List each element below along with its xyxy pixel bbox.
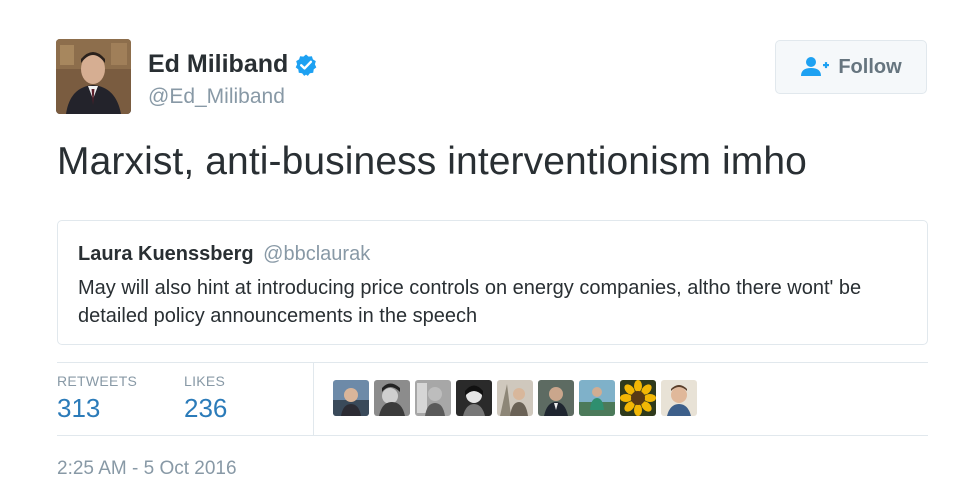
follow-button-label: Follow xyxy=(838,55,902,78)
liker-avatar[interactable] xyxy=(456,380,492,416)
likes-count: 236 xyxy=(184,393,228,423)
quoted-tweet-header: Laura Kuenssberg @bbclaurak xyxy=(78,243,370,266)
retweets-stat[interactable]: RETWEETS 313 xyxy=(57,373,137,424)
likes-label: LIKES xyxy=(184,373,226,389)
retweets-label: RETWEETS xyxy=(57,373,138,389)
stats-divider-bottom xyxy=(57,435,928,436)
liker-avatar[interactable] xyxy=(579,380,615,416)
author-handle[interactable]: @Ed_Miliband xyxy=(148,85,285,109)
tweet-card: Ed Miliband @Ed_Miliband Follow Marxist,… xyxy=(0,0,980,502)
follow-button[interactable]: Follow xyxy=(775,40,927,94)
tweet-timestamp[interactable]: 2:25 AM - 5 Oct 2016 xyxy=(57,458,237,480)
stats-divider-top xyxy=(57,362,928,363)
follow-person-plus-icon xyxy=(800,56,830,78)
verified-badge-icon xyxy=(294,53,318,77)
liker-avatar[interactable] xyxy=(374,380,410,416)
author-name-text[interactable]: Ed Miliband xyxy=(148,50,288,79)
liker-avatar[interactable] xyxy=(497,380,533,416)
liker-avatar[interactable] xyxy=(538,380,574,416)
liker-avatar[interactable] xyxy=(620,380,656,416)
tweet-text: Marxist, anti-business interventionism i… xyxy=(57,140,807,183)
liker-avatar[interactable] xyxy=(661,380,697,416)
retweets-count: 313 xyxy=(57,393,101,423)
liker-avatars xyxy=(333,380,697,416)
stats-separator xyxy=(313,363,314,435)
quoted-tweet-text: May will also hint at introducing price … xyxy=(78,277,862,327)
quoted-author-handle: @bbclaurak xyxy=(263,243,371,265)
author-name[interactable]: Ed Miliband xyxy=(148,50,318,79)
author-avatar[interactable] xyxy=(56,39,131,114)
likes-stat[interactable]: LIKES 236 xyxy=(184,373,227,424)
quoted-tweet[interactable]: Laura Kuenssberg @bbclaurak May will als… xyxy=(57,220,928,345)
liker-avatar[interactable] xyxy=(333,380,369,416)
liker-avatar[interactable] xyxy=(415,380,451,416)
quoted-author-name: Laura Kuenssberg xyxy=(78,243,254,265)
